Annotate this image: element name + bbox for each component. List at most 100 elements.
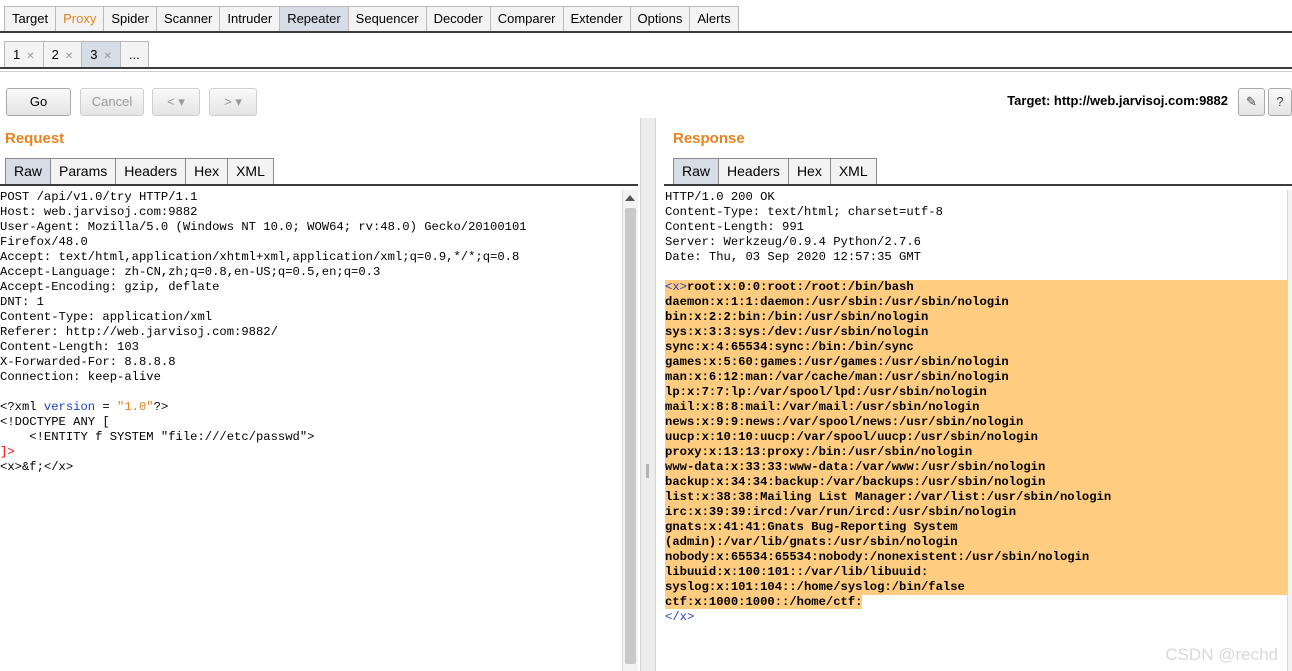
response-tab-hex[interactable]: Hex [787, 158, 831, 184]
xml-version-value: "1.0" [117, 400, 154, 414]
response-header-line: HTTP/1.0 200 OK [665, 190, 775, 204]
passwd-line: sync:x:4:65534:sync:/bin:/bin/sync [665, 340, 1287, 355]
request-line: Host: web.jarvisoj.com:9882 [0, 205, 198, 219]
main-tab-alerts[interactable]: Alerts [689, 6, 739, 31]
response-scrollbar[interactable] [1287, 190, 1292, 671]
main-tab-decoder[interactable]: Decoder [425, 6, 491, 31]
response-tab-underline [664, 184, 1292, 186]
request-tab-params[interactable]: Params [50, 158, 117, 184]
forward-label: > [224, 94, 232, 109]
request-tab-hex[interactable]: Hex [185, 158, 229, 184]
target-label: Target: http://web.jarvisoj.com:9882 [1007, 93, 1228, 108]
passwd-line: gnats:x:41:41:Gnats Bug-Reporting System [665, 520, 1287, 535]
split-pane-divider[interactable] [640, 118, 656, 671]
passwd-line: www-data:x:33:33:www-data:/var/www:/usr/… [665, 460, 1287, 475]
repeater-tab-3[interactable]: 3 ✕ [81, 41, 121, 67]
main-tab-underline [0, 31, 1292, 33]
passwd-line: (admin):/var/lib/gnats:/usr/sbin/nologin [665, 535, 1287, 550]
request-tab-raw[interactable]: Raw [5, 158, 52, 184]
main-tab-bar: Target Proxy Spider Scanner Intruder Repeater… [4, 6, 739, 32]
request-line: Referer: http://web.jarvisoj.com:9882/ [0, 325, 278, 339]
passwd-line: syslog:x:101:104::/home/syslog:/bin/fals… [665, 580, 1287, 595]
request-view-tabs: Raw Params Headers Hex XML [5, 158, 274, 184]
xml-close-tag: </x> [665, 610, 695, 624]
main-tab-options[interactable]: Options [629, 6, 691, 31]
request-scrollbar[interactable] [622, 190, 638, 671]
passwd-line: man:x:6:12:man:/var/cache/man:/usr/sbin/… [665, 370, 1287, 385]
main-tab-scanner[interactable]: Scanner [155, 6, 221, 31]
repeater-tab-1[interactable]: 1 ✕ [4, 41, 44, 67]
passwd-line: list:x:38:38:Mailing List Manager:/var/l… [665, 490, 1287, 505]
request-tab-headers[interactable]: Headers [115, 158, 187, 184]
drag-handle-icon[interactable] [646, 464, 649, 478]
request-line: X-Forwarded-For: 8.8.8.8 [0, 355, 176, 369]
response-header-line: Date: Thu, 03 Sep 2020 12:57:35 GMT [665, 250, 921, 264]
close-icon[interactable]: ✕ [65, 51, 73, 62]
main-tab-intruder[interactable]: Intruder [219, 6, 281, 31]
close-icon[interactable]: ✕ [103, 51, 111, 62]
repeater-tab-new[interactable]: ... [119, 41, 149, 67]
request-line: Content-Length: 103 [0, 340, 139, 354]
request-title: Request [5, 130, 65, 147]
go-button[interactable]: Go [6, 88, 71, 116]
passwd-line: backup:x:34:34:backup:/var/backups:/usr/… [665, 475, 1287, 490]
response-view-tabs: Raw Headers Hex XML [673, 158, 877, 184]
passwd-line: games:x:5:60:games:/usr/games:/usr/sbin/… [665, 355, 1287, 370]
response-title: Response [673, 130, 745, 147]
xml-open-tag: <x> [665, 280, 687, 294]
passwd-line: lp:x:7:7:lp:/var/spool/lpd:/usr/sbin/nol… [665, 385, 1287, 400]
response-header-line: Content-Type: text/html; charset=utf-8 [665, 205, 943, 219]
passwd-line: libuuid:x:100:101::/var/lib/libuuid: [665, 565, 1287, 580]
main-tab-sequencer[interactable]: Sequencer [347, 6, 427, 31]
request-tab-xml[interactable]: XML [227, 158, 274, 184]
main-tab-extender[interactable]: Extender [562, 6, 631, 31]
request-line: Connection: keep-alive [0, 370, 161, 384]
main-tab-repeater[interactable]: Repeater [279, 6, 349, 31]
passwd-line: nobody:x:65534:65534:nobody:/nonexistent… [665, 550, 1287, 565]
repeater-tab-label: 2 [51, 47, 59, 62]
repeater-tab-underline [0, 67, 1292, 69]
edit-target-button[interactable]: ✎ [1238, 88, 1265, 116]
xml-version-attr: version [43, 400, 96, 414]
request-line: Content-Type: application/xml [0, 310, 213, 324]
request-line: POST /api/v1.0/try HTTP/1.1 [0, 190, 198, 204]
passwd-line: sys:x:3:3:sys:/dev:/usr/sbin/nologin [665, 325, 1287, 340]
scroll-thumb[interactable] [625, 208, 636, 664]
close-icon[interactable]: ✕ [26, 51, 34, 62]
request-line: Accept: text/html,application/xhtml+xml,… [0, 250, 520, 264]
xml-body-line: <x>&f;</x> [0, 460, 74, 474]
passwd-line: daemon:x:1:1:daemon:/usr/sbin:/usr/sbin/… [665, 295, 1287, 310]
response-tab-raw[interactable]: Raw [673, 158, 720, 184]
help-button[interactable]: ? [1268, 88, 1292, 116]
back-button[interactable]: < ▾ [152, 88, 200, 116]
forward-button[interactable]: > ▾ [209, 88, 257, 116]
passwd-line: news:x:9:9:news:/var/spool/news:/usr/sbi… [665, 415, 1287, 430]
scroll-up-icon[interactable] [625, 195, 635, 201]
repeater-tab-label: 1 [13, 47, 21, 62]
passwd-line: bin:x:2:2:bin:/bin:/usr/sbin/nologin [665, 310, 1287, 325]
doctype-close: ]> [0, 445, 15, 459]
cancel-button[interactable]: Cancel [80, 88, 144, 116]
xml-decl-end: ?> [153, 400, 169, 414]
xml-eq: = [95, 400, 118, 414]
request-line: User-Agent: Mozilla/5.0 (Windows NT 10.0… [0, 220, 527, 234]
repeater-tab-label: ... [128, 47, 140, 62]
passwd-line: proxy:x:13:13:proxy:/bin:/usr/sbin/nolog… [665, 445, 1287, 460]
main-tab-comparer[interactable]: Comparer [489, 6, 564, 31]
passwd-last-line: ctf:x:1000:1000::/home/ctf: [665, 595, 863, 609]
response-viewer[interactable]: HTTP/1.0 200 OK Content-Type: text/html;… [665, 190, 1287, 671]
highlighted-line: <x>root:x:0:0:root:/root:/bin/bash [665, 280, 1287, 295]
main-tab-proxy[interactable]: Proxy [55, 6, 105, 31]
response-tab-headers[interactable]: Headers [718, 158, 789, 184]
response-header-line: Server: Werkzeug/0.9.4 Python/2.7.6 [665, 235, 921, 249]
request-editor[interactable]: POST /api/v1.0/try HTTP/1.1 Host: web.ja… [0, 190, 620, 671]
repeater-tab-bar: 1 ✕ 2 ✕ 3 ✕ ... [4, 41, 149, 67]
back-label: < [167, 94, 175, 109]
passwd-line: mail:x:8:8:mail:/var/mail:/usr/sbin/nolo… [665, 400, 1287, 415]
toolbar-divider [0, 71, 1292, 72]
request-line: Firefox/48.0 [0, 235, 88, 249]
main-tab-target[interactable]: Target [4, 6, 57, 31]
repeater-tab-2[interactable]: 2 ✕ [42, 41, 83, 67]
main-tab-spider[interactable]: Spider [103, 6, 157, 31]
response-tab-xml[interactable]: XML [829, 158, 877, 184]
